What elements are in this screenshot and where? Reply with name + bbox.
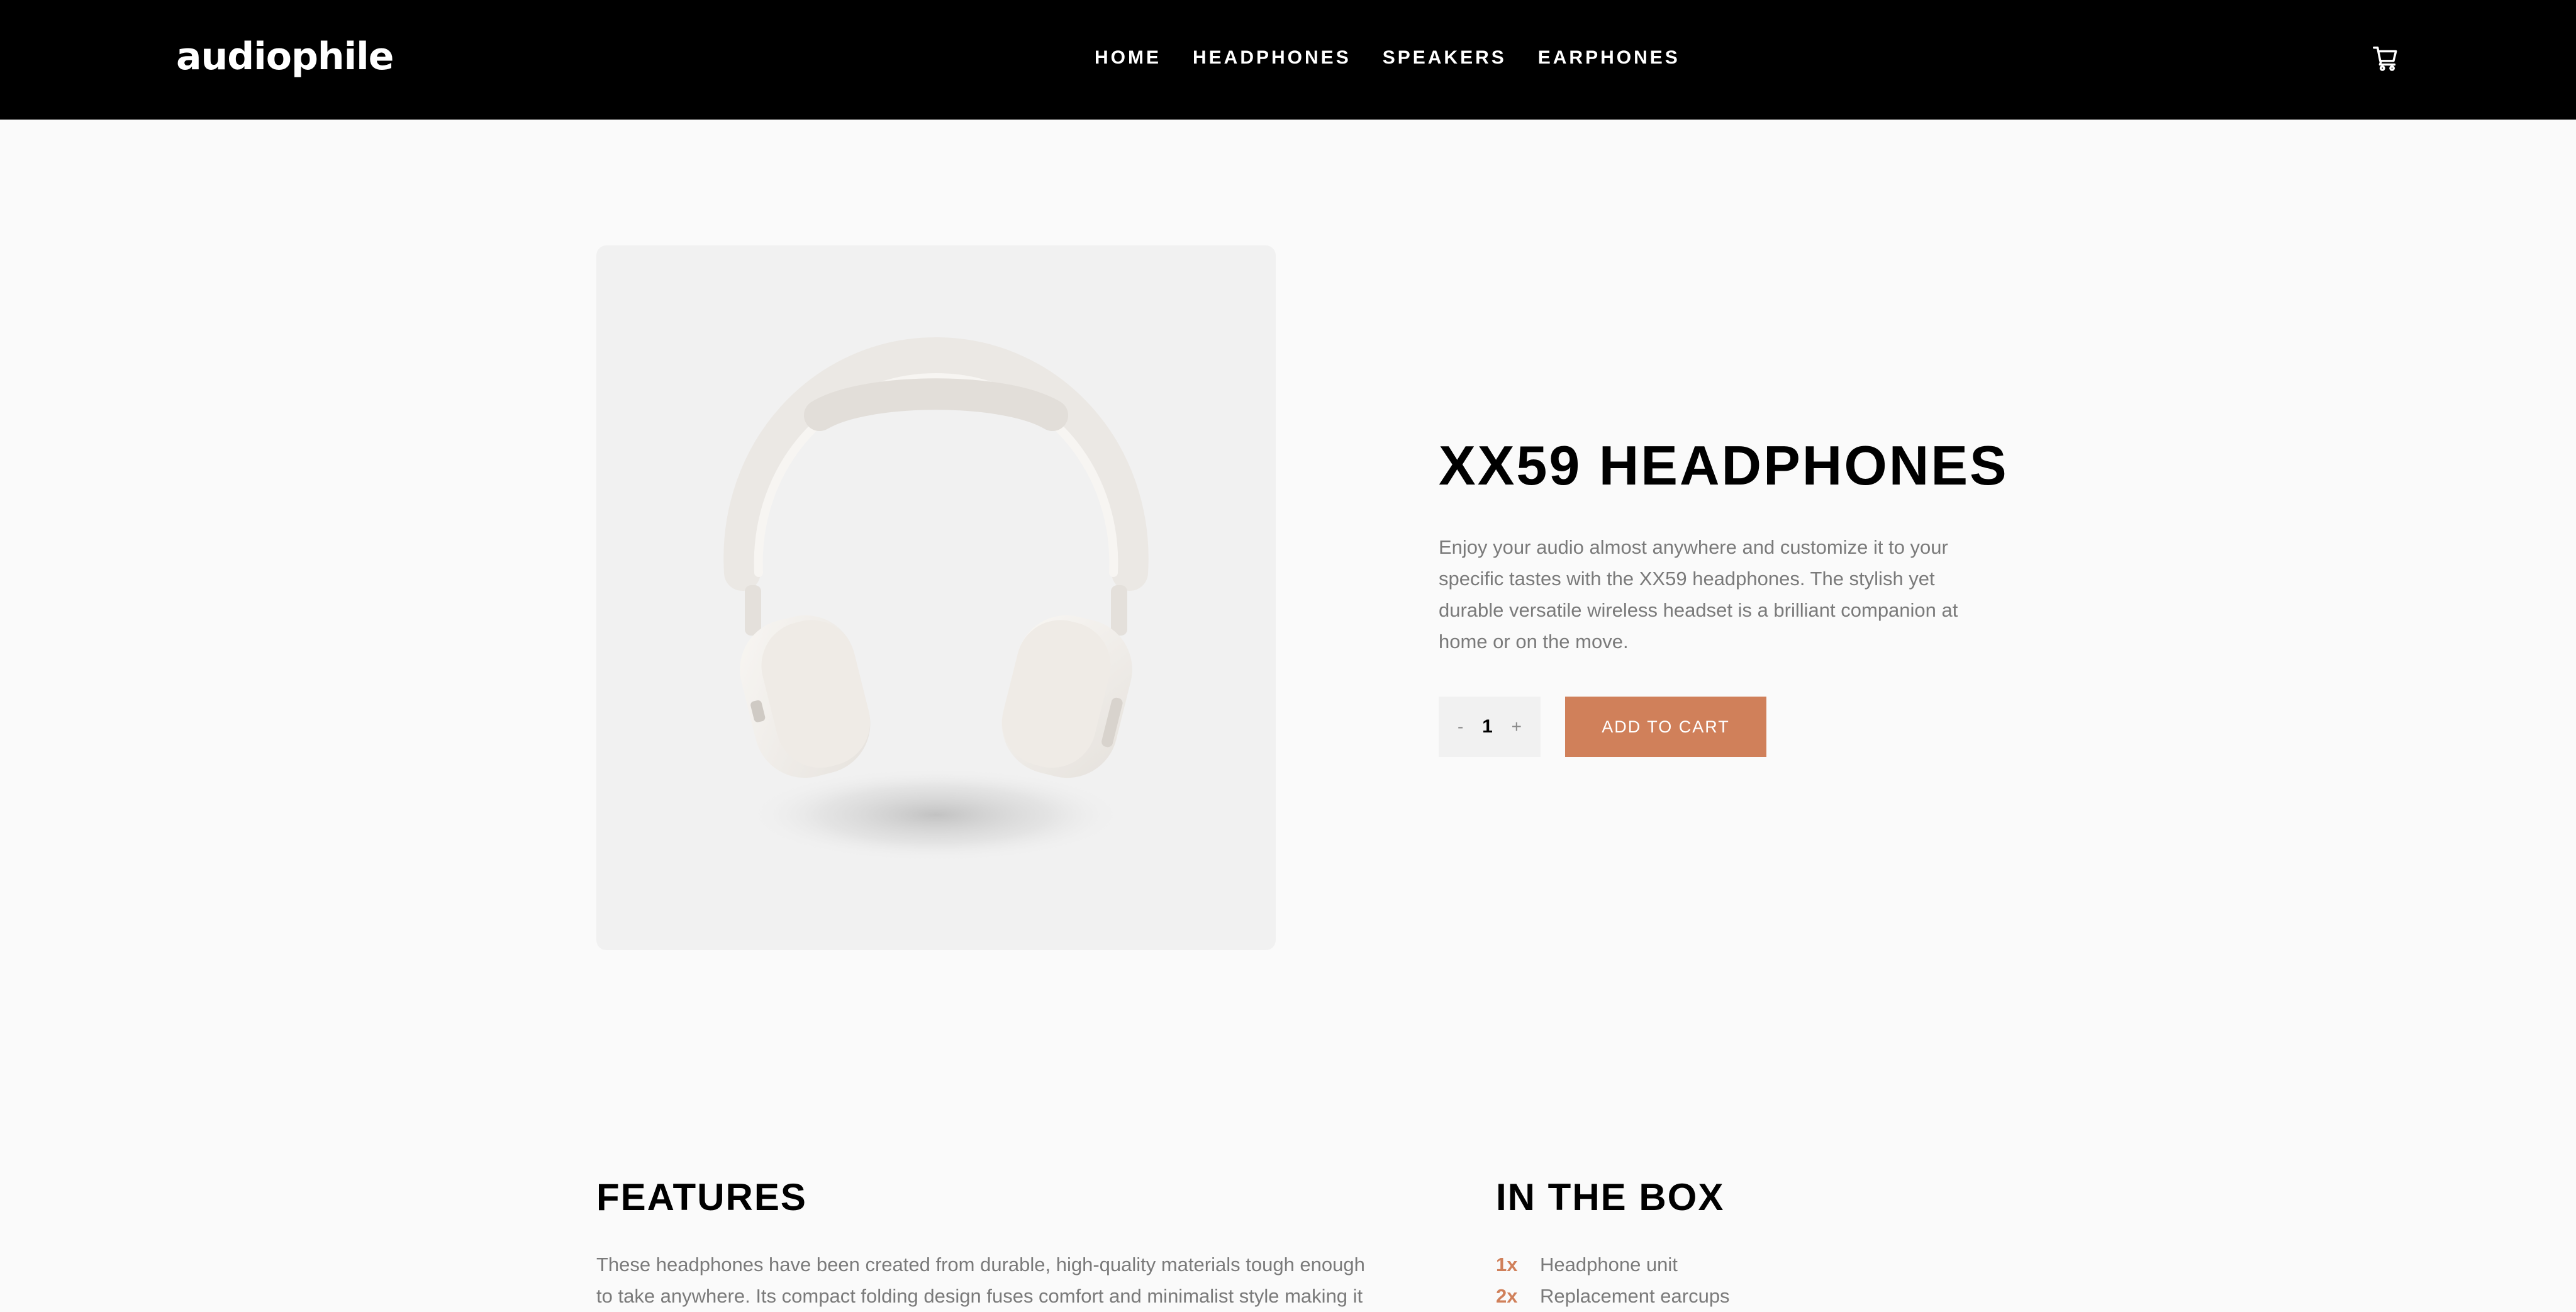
main-nav: HOME HEADPHONES SPEAKERS EARPHONES [1095, 45, 1712, 70]
item-name: Replacement earcups [1540, 1285, 1730, 1307]
nav-headphones[interactable]: HEADPHONES [1193, 45, 1351, 70]
item-name: Headphone unit [1540, 1253, 1678, 1276]
quantity-value: 1 [1482, 716, 1493, 737]
site-header: audiophile HOME HEADPHONES SPEAKERS EARP… [0, 0, 2576, 120]
quantity-stepper: - 1 + [1439, 697, 1541, 757]
decrement-button[interactable]: - [1458, 717, 1463, 737]
nav-speakers[interactable]: SPEAKERS [1383, 45, 1507, 70]
item-quantity: 2x [1496, 1285, 1518, 1307]
list-item: 1x Headphone unit [1496, 1249, 1730, 1281]
increment-button[interactable]: + [1512, 717, 1522, 737]
nav-earphones[interactable]: EARPHONES [1538, 45, 1680, 70]
product-title: XX59 HEADPHONES [1439, 434, 2009, 496]
cart-icon[interactable] [2372, 44, 2400, 73]
features-text: These headphones have been created from … [596, 1253, 1365, 1307]
logo[interactable]: audiophile [176, 36, 394, 77]
add-to-cart-button[interactable]: ADD TO CART [1565, 697, 1766, 757]
features-heading: FEATURES [596, 1176, 807, 1218]
product-image [596, 245, 1276, 950]
item-quantity: 1x [1496, 1253, 1518, 1276]
headphones-image [723, 337, 1149, 862]
product-description: Enjoy your audio almost anywhere and cus… [1439, 536, 1958, 653]
nav-home[interactable]: HOME [1095, 45, 1161, 70]
in-the-box-list: 1x Headphone unit 2x Replacement earcups [1496, 1249, 1730, 1312]
in-the-box-heading: IN THE BOX [1496, 1176, 1725, 1218]
